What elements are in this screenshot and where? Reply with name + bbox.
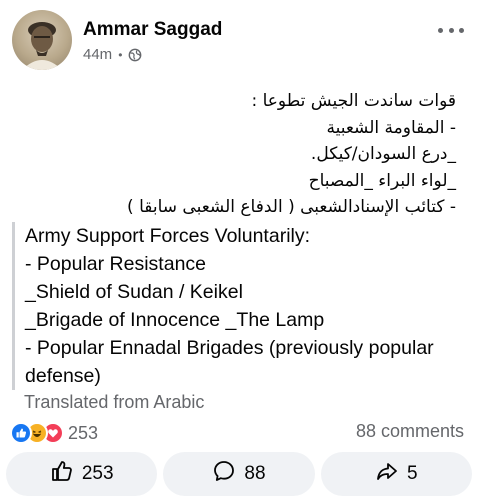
- thumbs-up-icon: [50, 459, 74, 489]
- comment-count: 88: [244, 463, 266, 484]
- arabic-line: - المقاومة الشعبية: [326, 117, 456, 138]
- globe-icon[interactable]: [128, 48, 142, 62]
- like-reaction-icon: [10, 422, 32, 444]
- author-name[interactable]: Ammar Saggad: [83, 19, 222, 41]
- translated-from-link[interactable]: Translated from Arabic: [24, 392, 204, 413]
- post-actions: 253 88 5: [6, 452, 472, 496]
- reaction-count: 253: [68, 422, 99, 443]
- arabic-line: قوات ساندت الجيش تطوعا :: [251, 91, 456, 111]
- share-count: 5: [407, 463, 418, 484]
- translation-line: _Shield of Sudan / Keikel: [25, 281, 243, 303]
- more-options-icon[interactable]: [438, 20, 464, 40]
- comment-bubble-icon: [212, 459, 236, 489]
- translation-line: Army Support Forces Voluntarily:: [25, 225, 311, 247]
- post-meta: 44m •: [83, 46, 142, 63]
- comments-count-link[interactable]: 88 comments: [356, 421, 464, 442]
- post-original-text: قوات ساندت الجيش تطوعا : - المقاومة الشع…: [16, 88, 456, 221]
- like-button[interactable]: 253: [6, 452, 158, 496]
- share-arrow-icon: [375, 459, 399, 489]
- arabic-line: _لواء البراء _المصباح: [308, 170, 456, 191]
- post-time[interactable]: 44m: [83, 46, 112, 63]
- arabic-line: _درع السودان/كيكل.: [310, 144, 456, 164]
- post-translation: Army Support Forces Voluntarily: - Popul…: [12, 222, 468, 390]
- avatar[interactable]: [12, 10, 72, 70]
- translation-line: defense): [25, 365, 101, 387]
- post-header: Ammar Saggad 44m •: [12, 10, 468, 72]
- meta-separator: •: [118, 47, 123, 62]
- comment-button[interactable]: 88: [163, 452, 315, 496]
- translation-line: - Popular Resistance: [25, 253, 207, 275]
- reactions-summary[interactable]: 253: [10, 420, 98, 446]
- arabic-line: - كتائب الإسنادالشعبى ( الدفاع الشعبى سا…: [127, 197, 456, 217]
- translation-line: - Popular Ennadal Brigades (previously p…: [25, 337, 434, 359]
- like-count: 253: [81, 463, 114, 484]
- translation-line: _Brigade of Innocence _The Lamp: [25, 309, 325, 331]
- share-button[interactable]: 5: [320, 452, 472, 496]
